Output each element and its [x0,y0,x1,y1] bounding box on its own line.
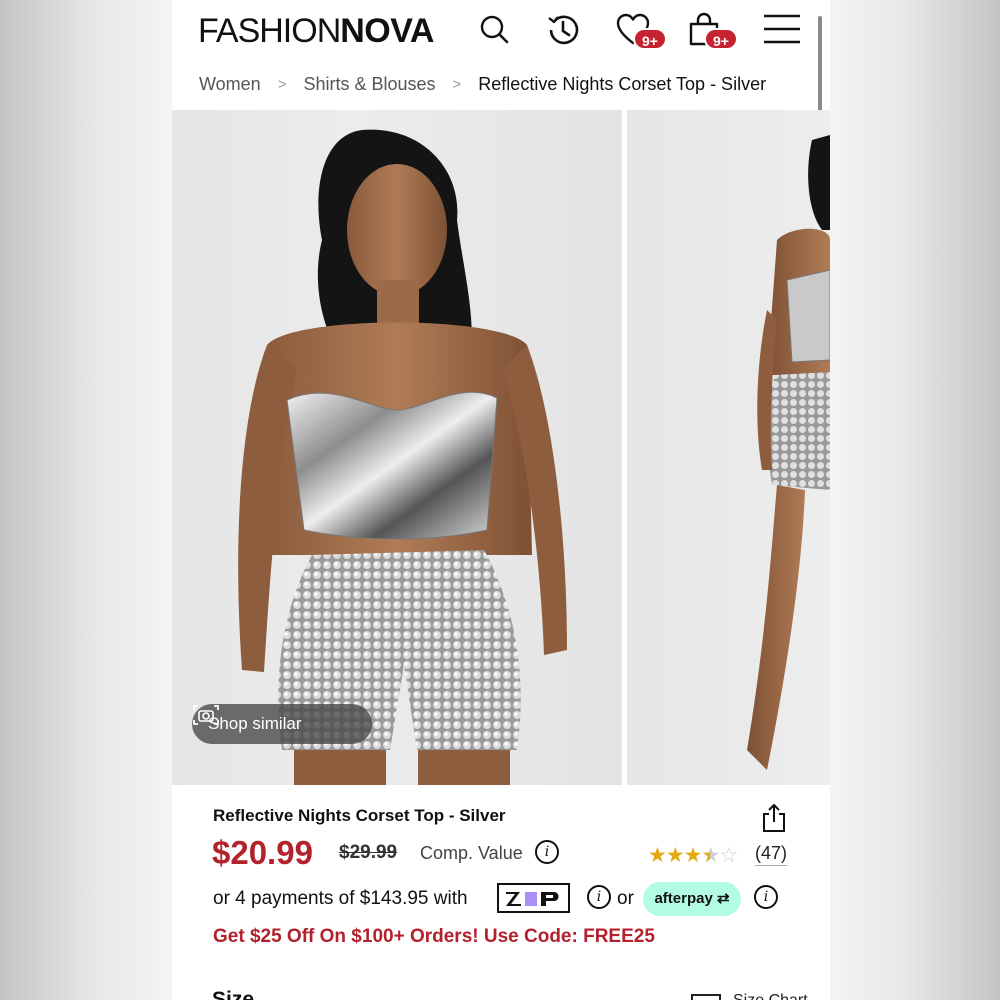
cart-count-badge: 9+ [704,28,738,50]
star-empty-icon: ☆ [719,844,738,867]
share-icon[interactable] [761,803,787,833]
sale-price: $20.99 [212,834,313,871]
shop-similar-label: Shop similar [208,714,302,733]
size-heading: Size [212,988,255,1000]
chevron-right-icon: > [452,75,462,93]
product-image-front[interactable]: Shop similar [172,110,622,785]
product-gallery[interactable]: Shop similar [172,110,830,785]
promo-banner: Get $25 Off On $100+ Orders! Use Code: F… [213,926,655,947]
logo[interactable]: FASHIONNOVA [198,12,434,50]
search-icon[interactable] [475,10,515,50]
zip-logo[interactable]: zip [497,883,570,913]
history-icon[interactable] [543,10,583,50]
product-title: Reflective Nights Corset Top - Silver [213,806,506,825]
menu-icon[interactable] [762,10,802,50]
star-icon: ★ [665,844,685,867]
shop-similar-button[interactable]: Shop similar [192,704,372,744]
product-image-side[interactable] [627,110,830,785]
ruler-icon [691,993,721,1000]
review-count-link[interactable]: (47) [755,843,788,866]
breadcrumb-shirts-blouses[interactable]: Shirts & Blouses [303,74,435,95]
afterpay-label: afterpay [654,890,713,907]
or-label: or [617,888,634,909]
size-chart-label: Size Chart [733,992,808,1000]
star-icon: ★ [683,844,703,867]
header: FASHIONNOVA 9+ 9+ [172,0,830,176]
product-info: Reflective Nights Corset Top - Silver $2… [172,785,830,1000]
star-half-icon: ★ [701,844,720,867]
comp-value-label: Comp. Value [420,843,523,863]
wishlist-count-badge: 9+ [633,28,667,50]
breadcrumb-women[interactable]: Women [199,74,261,95]
info-icon[interactable]: i [535,840,559,864]
info-icon[interactable]: i [587,885,611,909]
afterpay-badge[interactable]: afterpay ⇄ [643,882,741,916]
original-price: $29.99 [339,842,398,863]
camera-icon [193,705,219,725]
chevron-right-icon: > [277,75,287,93]
logo-text-bold: NOVA [340,12,434,50]
breadcrumb: Women > Shirts & Blouses > Reflective Ni… [172,60,830,108]
breadcrumb-current: Reflective Nights Corset Top - Silver [478,73,767,94]
size-chart-link[interactable]: Size Chart [691,992,808,1000]
zip-logo-mark [505,892,558,906]
rating-stars[interactable]: ★★★★☆ [648,843,738,868]
installments-text: or 4 payments of $143.95 with [213,888,468,909]
star-icon: ★ [648,844,667,867]
logo-text-light: FASHION [198,12,341,50]
info-icon[interactable]: i [754,885,778,909]
product-page: FASHIONNOVA 9+ 9+ Women > Shirts & Blous… [172,0,830,1000]
afterpay-arrows-icon: ⇄ [712,890,730,907]
